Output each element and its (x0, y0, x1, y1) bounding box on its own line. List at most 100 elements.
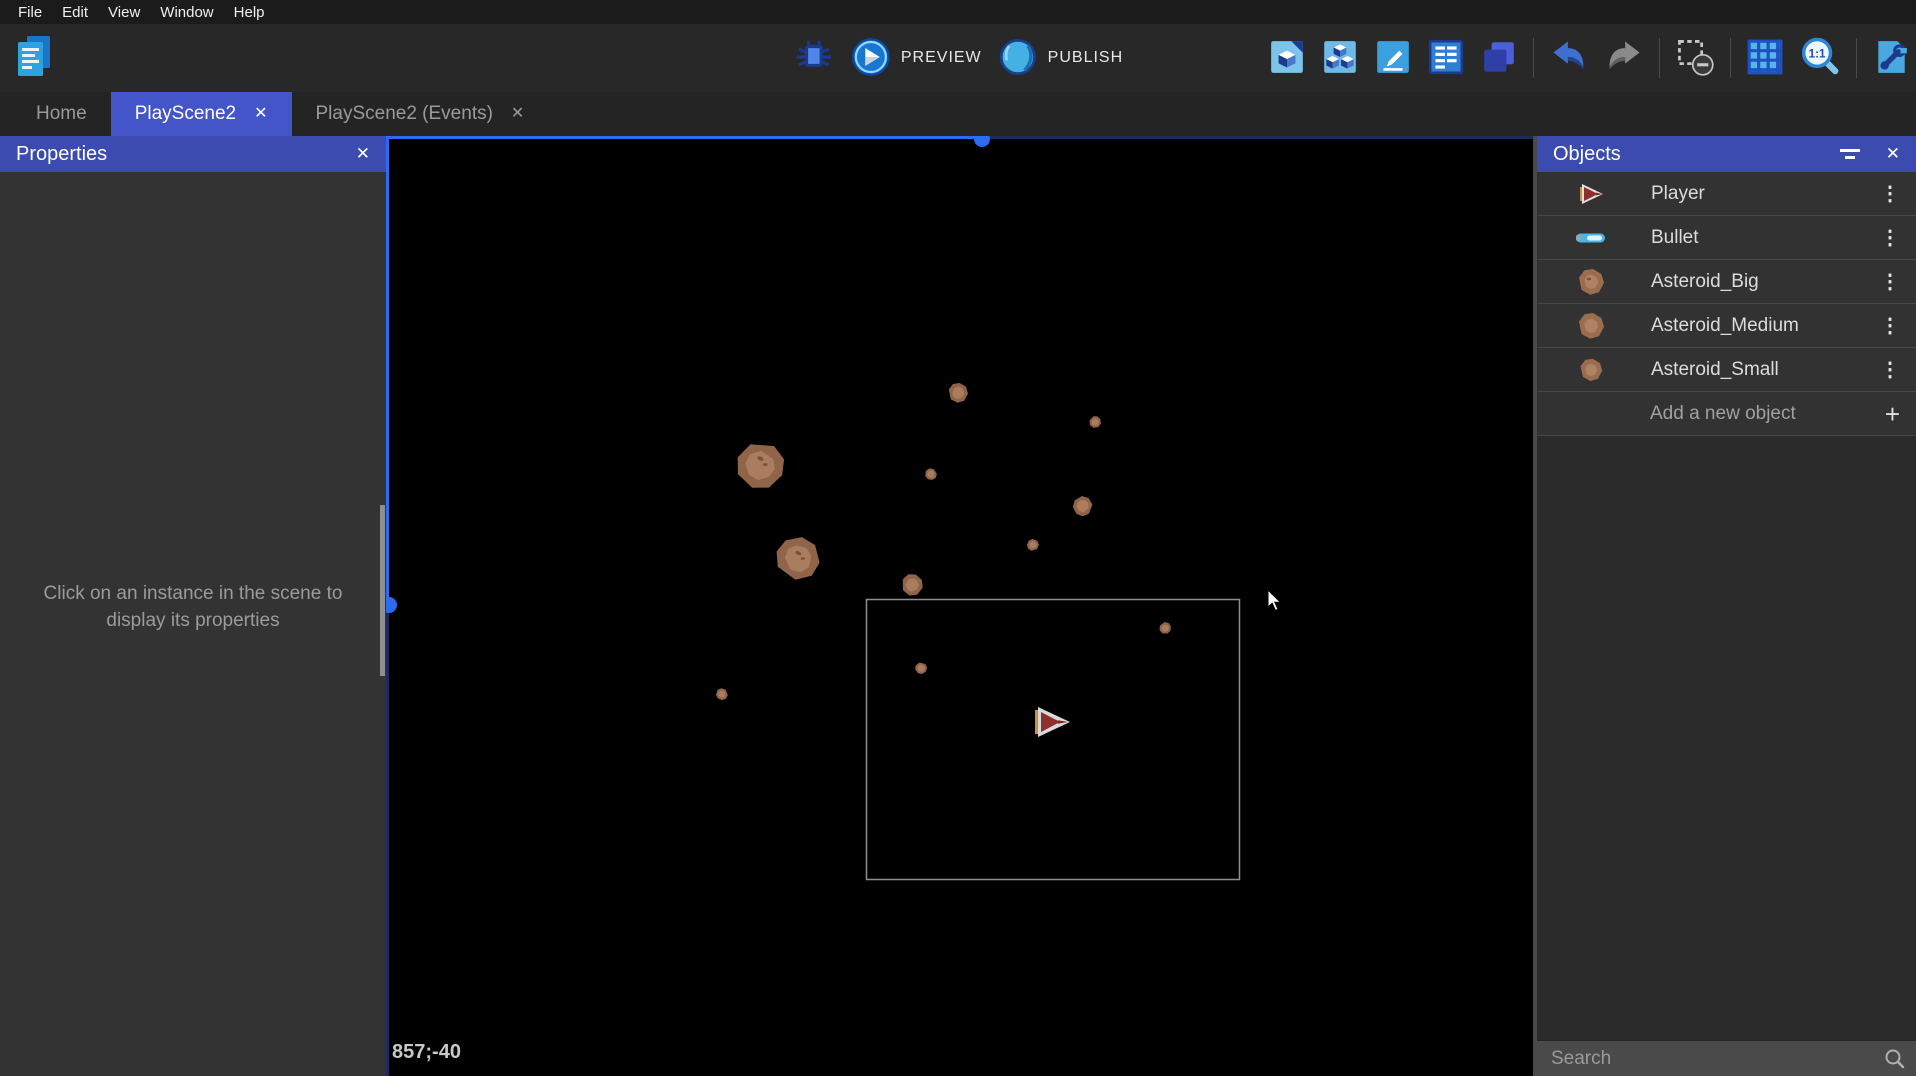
add-object-button[interactable]: Add a new object + (1537, 392, 1916, 436)
publish-button[interactable]: PUBLISH (998, 37, 1123, 80)
object-row-asteroid-small[interactable]: Asteroid_Small ⋮ (1537, 348, 1916, 392)
scene-settings-button[interactable] (1872, 38, 1910, 79)
preview-label: PREVIEW (901, 49, 982, 67)
publish-label: PUBLISH (1048, 49, 1123, 67)
close-icon[interactable]: ✕ (356, 144, 370, 164)
objects-search (1537, 1040, 1916, 1076)
zoom-reset-button[interactable]: 1:1 (1799, 36, 1841, 81)
object-label: Bullet (1651, 227, 1880, 249)
menu-view[interactable]: View (98, 2, 150, 23)
properties-panel: Properties ✕ Click on an instance in the… (0, 136, 386, 1076)
menu-window[interactable]: Window (150, 2, 223, 23)
grid-icon (1746, 38, 1784, 79)
filter-icon[interactable] (1840, 148, 1860, 160)
player-ship-icon (1575, 178, 1607, 210)
publish-sphere-icon (998, 37, 1038, 80)
redo-button[interactable] (1604, 37, 1644, 80)
properties-title: Properties (16, 143, 107, 166)
objects-editor-button[interactable] (1268, 38, 1306, 79)
selection-handle[interactable] (386, 597, 397, 613)
debug-button[interactable] (793, 36, 835, 81)
clear-selection-button[interactable] (1675, 37, 1715, 80)
close-icon[interactable]: ✕ (1886, 144, 1900, 164)
wrench-document-icon (1872, 38, 1910, 79)
object-document-icon (1268, 38, 1306, 79)
search-input[interactable] (1537, 1041, 1916, 1076)
undo-arrow-icon (1549, 37, 1589, 80)
project-manager-icon (14, 34, 54, 83)
asteroid-icon (1575, 310, 1607, 342)
search-icon (1884, 1048, 1906, 1075)
properties-empty-message: Click on an instance in the scene to dis… (0, 581, 386, 634)
redo-arrow-icon (1604, 37, 1644, 80)
object-row-bullet[interactable]: Bullet ⋮ (1537, 216, 1916, 260)
object-row-asteroid-big[interactable]: Asteroid_Big ⋮ (1537, 260, 1916, 304)
objects-header: Objects ✕ (1537, 136, 1916, 172)
selection-handle[interactable] (974, 136, 990, 147)
pencil-icon (1374, 38, 1412, 79)
kebab-menu-icon[interactable]: ⋮ (1880, 316, 1900, 336)
objects-title: Objects (1553, 143, 1621, 166)
toolbar-divider (1856, 38, 1857, 78)
close-icon[interactable]: ✕ (511, 106, 524, 122)
scene-properties-button[interactable] (1427, 38, 1465, 79)
kebab-menu-icon[interactable]: ⋮ (1880, 272, 1900, 292)
deselect-icon (1675, 37, 1715, 80)
menu-help[interactable]: Help (224, 2, 275, 23)
kebab-menu-icon[interactable]: ⋮ (1880, 360, 1900, 380)
cursor-coordinates: 857;-40 (392, 1041, 461, 1064)
edit-scene-button[interactable] (1374, 38, 1412, 79)
object-row-player[interactable]: Player ⋮ (1537, 172, 1916, 216)
layers-button[interactable] (1480, 38, 1518, 79)
toolbar: PREVIEW PUBLISH (0, 24, 1916, 92)
game-window-border (867, 600, 1240, 880)
mouse-cursor (1268, 590, 1280, 611)
asteroid-instance[interactable] (801, 557, 805, 560)
object-label: Asteroid_Big (1651, 271, 1880, 293)
toolbar-divider (1659, 38, 1660, 78)
objects-panel: Objects ✕ Player ⋮ (1537, 136, 1916, 1076)
add-object-label: Add a new object (1650, 403, 1885, 425)
project-manager-button[interactable] (14, 34, 54, 83)
zoom-1-1-icon: 1:1 (1799, 36, 1841, 81)
tab-playscene2[interactable]: PlayScene2 ✕ (111, 92, 292, 136)
object-label: Player (1651, 183, 1880, 205)
plus-icon[interactable]: + (1885, 401, 1900, 427)
scene-canvas[interactable]: 857;-40 (386, 136, 1533, 1076)
properties-header: Properties ✕ (0, 136, 386, 172)
bullet-icon (1575, 222, 1607, 254)
tab-bar: Home PlayScene2 ✕ PlayScene2 (Events) ✕ (0, 92, 1916, 136)
svg-text:1:1: 1:1 (1809, 47, 1826, 60)
tab-label: PlayScene2 (Events) (316, 103, 493, 125)
tab-home[interactable]: Home (12, 92, 111, 136)
undo-button[interactable] (1549, 37, 1589, 80)
preview-play-icon (851, 37, 891, 80)
menu-edit[interactable]: Edit (52, 2, 98, 23)
close-icon[interactable]: ✕ (254, 106, 267, 122)
grid-button[interactable] (1746, 38, 1784, 79)
object-row-asteroid-medium[interactable]: Asteroid_Medium ⋮ (1537, 304, 1916, 348)
layers-icon (1480, 38, 1518, 79)
toolbar-divider (1533, 38, 1534, 78)
menu-file[interactable]: File (8, 2, 52, 23)
object-label: Asteroid_Medium (1651, 315, 1880, 337)
tab-playscene2-events[interactable]: PlayScene2 (Events) ✕ (292, 92, 549, 136)
player-instance[interactable] (1035, 707, 1070, 737)
tab-label: Home (36, 103, 87, 125)
kebab-menu-icon[interactable]: ⋮ (1880, 184, 1900, 204)
object-label: Asteroid_Small (1651, 359, 1880, 381)
kebab-menu-icon[interactable]: ⋮ (1880, 228, 1900, 248)
properties-list-icon (1427, 38, 1465, 79)
toolbar-divider (1730, 38, 1731, 78)
preview-button[interactable]: PREVIEW (851, 37, 982, 80)
debug-bug-icon (793, 36, 835, 81)
asteroid-instance[interactable] (763, 463, 768, 466)
instances-list-button[interactable] (1321, 38, 1359, 79)
instances-cubes-icon (1321, 38, 1359, 79)
asteroid-icon (1575, 266, 1607, 298)
tab-label: PlayScene2 (135, 103, 236, 125)
asteroid-icon (1575, 354, 1607, 386)
menu-bar: File Edit View Window Help (0, 0, 1916, 24)
scene-render (386, 136, 1533, 1076)
properties-scrollbar[interactable] (380, 505, 385, 676)
